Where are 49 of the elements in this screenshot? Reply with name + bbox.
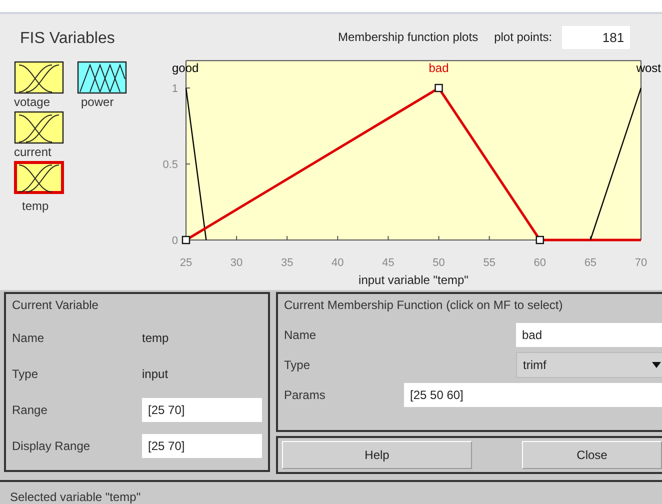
membership-curve[interactable]: [590, 88, 642, 240]
field-value: temp: [142, 331, 169, 345]
field-label: Name: [284, 328, 318, 342]
mf-label: bad: [428, 61, 449, 75]
help-button[interactable]: Help: [282, 441, 472, 469]
type-dropdown[interactable]: trimf: [516, 352, 662, 378]
curves-icon[interactable]: [14, 61, 64, 94]
field-label: Params: [284, 388, 326, 402]
field-label: Name: [12, 331, 46, 345]
x-tick-label: 60: [534, 257, 546, 269]
caret-icon: [652, 362, 661, 368]
x-tick-label: 40: [332, 257, 344, 269]
plot-points-label: plot points:: [494, 30, 552, 44]
curves-icon[interactable]: [14, 161, 64, 194]
x-tick-label: 25: [180, 257, 192, 269]
x-tick-label: 65: [584, 257, 597, 269]
y-tick-label: 0: [172, 235, 178, 247]
close-button[interactable]: Close: [522, 441, 662, 469]
triangles-icon[interactable]: [77, 61, 127, 94]
panel-title: Current Variable: [12, 298, 100, 312]
x-tick-label: 50: [432, 257, 445, 269]
input-field[interactable]: [25 50 60]: [404, 383, 662, 407]
panel-title: Current Membership Function (click on MF to select): [284, 298, 564, 312]
x-tick-label: 55: [483, 257, 496, 269]
variable-name: power: [81, 96, 114, 109]
field-label: Type: [284, 358, 312, 372]
curves-icon[interactable]: [14, 111, 64, 144]
input-field[interactable]: bad: [516, 323, 662, 347]
x-tick-label: 35: [280, 257, 294, 269]
x-tick-label: 45: [382, 257, 394, 269]
y-tick-label: 1: [172, 83, 178, 95]
field-label: Display Range: [12, 439, 92, 453]
x-tick-label: 30: [230, 257, 243, 269]
input-field[interactable]: [25 70]: [142, 398, 262, 422]
input-field[interactable]: [25 70]: [142, 434, 262, 458]
plot-points-field[interactable]: 181: [562, 26, 630, 48]
field-label: Type: [12, 367, 40, 381]
variable-name: votage: [14, 96, 50, 109]
panel-title: FIS Variables: [20, 30, 116, 48]
y-tick-label: 0.5: [162, 159, 178, 171]
field-label: Range: [12, 403, 48, 417]
variable-name: current: [14, 146, 52, 159]
membership-curve[interactable]: [185, 88, 207, 240]
status-text: Selected variable "temp": [0, 480, 662, 504]
variable-name: temp: [22, 200, 49, 213]
x-axis-label: input variable "temp": [358, 273, 468, 287]
plot-title: Membership function plots: [338, 30, 478, 44]
x-tick-label: 70: [634, 257, 648, 269]
field-value: input: [142, 367, 168, 381]
